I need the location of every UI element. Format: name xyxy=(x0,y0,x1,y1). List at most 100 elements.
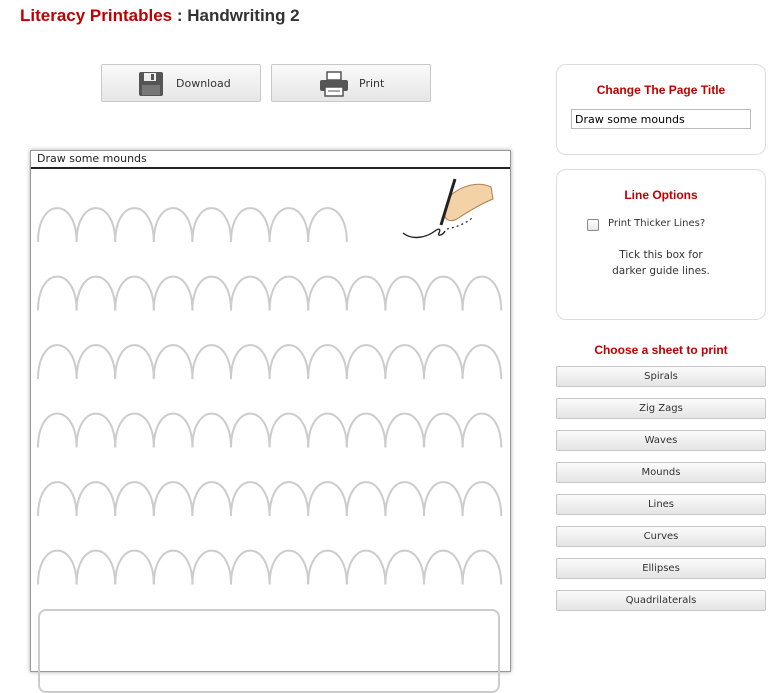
mound-guide xyxy=(75,344,117,380)
mound-guide xyxy=(152,344,194,380)
line-options-panel: Line Options Print Thicker Lines? Tick t… xyxy=(556,169,766,320)
mound-guide xyxy=(268,412,310,448)
mound-guide xyxy=(114,275,155,311)
sheet-button-ellipses[interactable]: Ellipses xyxy=(556,558,766,579)
sheet-button-mounds[interactable]: Mounds xyxy=(556,462,766,483)
choose-sheet-heading: Choose a sheet to print xyxy=(594,343,728,357)
writing-box xyxy=(38,609,500,693)
download-button[interactable]: Download xyxy=(101,64,261,102)
mound-guide xyxy=(423,344,464,380)
mound-guide xyxy=(191,481,232,517)
mound-guide xyxy=(191,275,232,311)
print-label: Print xyxy=(359,77,385,90)
mound-guide xyxy=(37,481,78,517)
mound-guide xyxy=(152,481,194,517)
mound-guide xyxy=(152,412,194,448)
mound-guide xyxy=(75,275,117,311)
mound-guide xyxy=(230,481,271,517)
change-title-heading: Change The Page Title xyxy=(596,83,726,97)
mound-guide xyxy=(114,412,155,448)
print-button[interactable]: Print xyxy=(271,64,431,102)
mound-guide xyxy=(230,207,271,243)
line-options-heading: Line Options xyxy=(624,188,698,202)
mound-guide xyxy=(461,344,503,380)
printer-icon xyxy=(320,71,348,97)
mound-guide xyxy=(307,549,348,585)
help-line-2: darker guide lines. xyxy=(612,265,710,277)
floppy-disk-icon xyxy=(139,72,163,96)
mound-guide xyxy=(268,207,310,243)
mound-guide xyxy=(384,549,425,585)
mound-guide xyxy=(423,275,464,311)
sheet-button-curves[interactable]: Curves xyxy=(556,526,766,547)
mound-guide xyxy=(345,275,387,311)
mound-guide xyxy=(461,275,503,311)
sheet-button-waves[interactable]: Waves xyxy=(556,430,766,451)
mound-guide xyxy=(423,412,464,448)
change-title-panel: Change The Page Title xyxy=(556,64,766,155)
mound-guide xyxy=(345,412,387,448)
mound-guide xyxy=(384,275,425,311)
page-name: Handwriting 2 xyxy=(187,6,300,25)
mound-guide xyxy=(268,275,310,311)
line-options-help: Tick this box for darker guide lines. xyxy=(557,247,765,279)
mound-guide xyxy=(75,549,117,585)
mound-guide xyxy=(461,549,503,585)
mound-guide xyxy=(461,481,503,517)
mound-guide xyxy=(37,207,78,243)
mound-guide xyxy=(423,549,464,585)
hand-writing-icon xyxy=(402,178,494,239)
mound-guide xyxy=(37,275,78,311)
mound-guide xyxy=(37,412,78,448)
mound-guide xyxy=(230,412,271,448)
mound-guide xyxy=(268,344,310,380)
mound-guide xyxy=(114,481,155,517)
sheet-button-spirals[interactable]: Spirals xyxy=(556,366,766,387)
title-separator: : xyxy=(172,6,188,25)
mound-guide xyxy=(461,412,503,448)
mound-guide xyxy=(384,344,425,380)
mound-guide xyxy=(345,549,387,585)
mound-guide xyxy=(268,549,310,585)
mound-guide xyxy=(75,481,117,517)
mound-guide xyxy=(191,344,232,380)
sheet-button-quadrilaterals[interactable]: Quadrilaterals xyxy=(556,590,766,611)
mound-guide xyxy=(37,549,78,585)
mound-guide xyxy=(114,207,155,243)
thicker-lines-label: Print Thicker Lines? xyxy=(608,218,706,229)
thicker-lines-checkbox[interactable] xyxy=(587,219,599,231)
download-label: Download xyxy=(176,77,231,90)
page-title: Literacy Printables : Handwriting 2 xyxy=(20,6,300,26)
mound-guide xyxy=(37,344,78,380)
mound-guide xyxy=(345,344,387,380)
mound-guide xyxy=(191,412,232,448)
sheet-button-zig-zags[interactable]: Zig Zags xyxy=(556,398,766,419)
mound-guide xyxy=(152,549,194,585)
mound-guide xyxy=(152,275,194,311)
mound-guide xyxy=(75,207,117,243)
mound-guide xyxy=(191,207,232,243)
mound-guide xyxy=(345,481,387,517)
mound-guide xyxy=(230,344,271,380)
mound-guide xyxy=(152,207,194,243)
mound-guide xyxy=(75,412,117,448)
mound-guide xyxy=(114,549,155,585)
mound-guide xyxy=(384,412,425,448)
mound-guide xyxy=(114,344,155,380)
mound-guide xyxy=(384,481,425,517)
mound-guide xyxy=(307,412,348,448)
help-line-1: Tick this box for xyxy=(619,249,703,261)
sheet-button-lines[interactable]: Lines xyxy=(556,494,766,515)
mound-guide xyxy=(307,344,348,380)
brand-name: Literacy Printables xyxy=(20,6,173,25)
mound-guide xyxy=(307,207,348,243)
mound-guide xyxy=(191,549,232,585)
mound-guide xyxy=(423,481,464,517)
mound-guide xyxy=(268,481,310,517)
mound-guide xyxy=(307,481,348,517)
worksheet-preview: Draw some mounds xyxy=(30,150,511,693)
mound-guide xyxy=(230,275,271,311)
mound-guide xyxy=(307,275,348,311)
mound-guide xyxy=(230,549,271,585)
page-title-input[interactable] xyxy=(571,109,751,129)
